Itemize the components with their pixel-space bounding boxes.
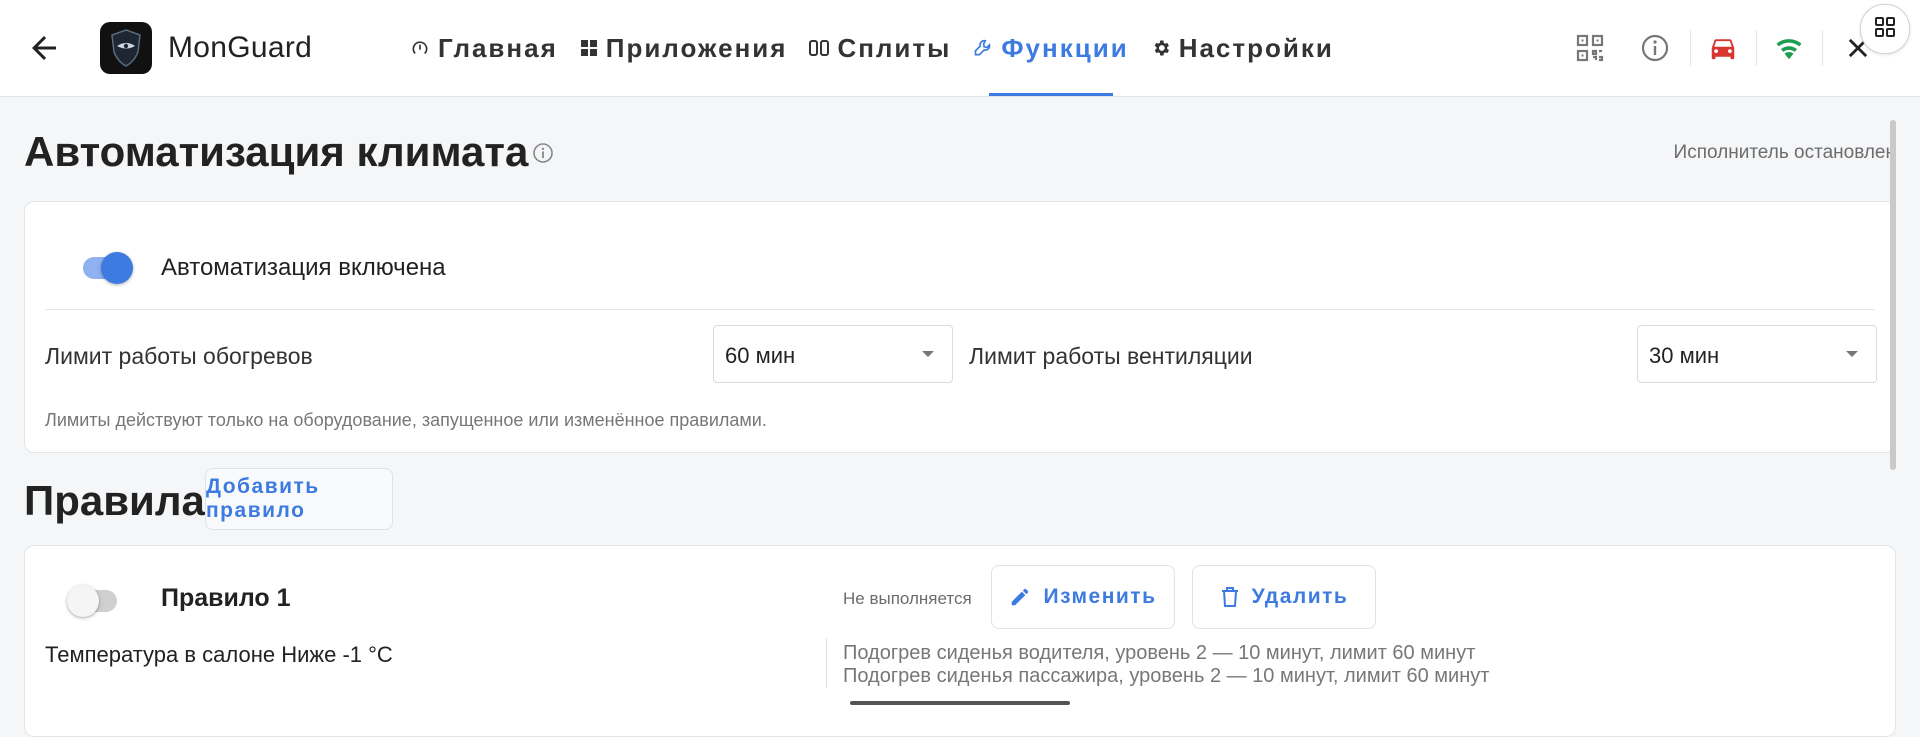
- tab-home-label: Главная: [438, 32, 558, 63]
- tab-settings-label: Настройки: [1178, 32, 1334, 63]
- toolbar-divider: [1756, 30, 1757, 66]
- app-logo: [100, 22, 152, 74]
- tab-apps-label: Приложения: [605, 32, 788, 63]
- back-arrow-icon[interactable]: [26, 30, 62, 66]
- rule-status: Не выполняется: [843, 589, 972, 608]
- toolbar-divider: [1690, 30, 1691, 66]
- main-nav: Главная Приложения Сплиты Функции Настро…: [410, 0, 1356, 96]
- rule-action: Подогрев сиденья водителя, уровень 2 — 1…: [843, 642, 1476, 664]
- tab-functions-label: Функции: [1001, 32, 1129, 63]
- automation-label: Автоматизация включена: [161, 254, 446, 281]
- pencil-icon: [1009, 586, 1031, 608]
- scrollbar[interactable]: [1890, 120, 1896, 470]
- toolbar-divider: [1822, 30, 1823, 66]
- qr-code-icon[interactable]: [1572, 30, 1608, 66]
- ventilation-limit-label: Лимит работы вентиляции: [969, 343, 1253, 369]
- heating-limit-label: Лимит работы обогревов: [45, 343, 313, 369]
- heating-limit-select[interactable]: 60 мин: [713, 325, 953, 383]
- delete-rule-label: Удалить: [1251, 585, 1349, 608]
- tab-functions[interactable]: Функции: [973, 0, 1128, 96]
- tab-settings[interactable]: Настройки: [1151, 0, 1334, 96]
- trash-icon: [1220, 586, 1240, 608]
- executor-status: Исполнитель остановлен: [1673, 142, 1896, 163]
- ventilation-limit-value: 30 мин: [1649, 343, 1720, 368]
- wrench-icon: [973, 38, 993, 58]
- gauge-icon: [410, 38, 430, 58]
- home-indicator[interactable]: [850, 701, 1070, 705]
- divider: [826, 638, 827, 688]
- rule-action: Подогрев сиденья пассажира, уровень 2 — …: [843, 665, 1490, 687]
- automation-toggle[interactable]: [83, 252, 133, 284]
- rule-card: Правило 1 Не выполняется Изменить Удалит…: [24, 545, 1896, 737]
- edit-rule-label: Изменить: [1043, 585, 1157, 608]
- top-bar: MonGuard Главная Приложения Сплиты Функц…: [0, 0, 1920, 97]
- heating-limit-value: 60 мин: [725, 343, 796, 368]
- app-name: MonGuard: [168, 31, 313, 64]
- delete-rule-button[interactable]: Удалить: [1192, 565, 1376, 629]
- rule-name: Правило 1: [161, 584, 291, 612]
- rules-title: Правила: [24, 477, 205, 524]
- split-icon: [809, 39, 830, 57]
- tab-home[interactable]: Главная: [410, 0, 558, 96]
- automation-card: Автоматизация включена Лимит работы обог…: [24, 201, 1896, 453]
- wifi-icon[interactable]: [1771, 30, 1807, 66]
- ventilation-limit-select[interactable]: 30 мин: [1637, 325, 1877, 383]
- grid-icon: [580, 39, 598, 57]
- tab-splits-label: Сплиты: [837, 32, 952, 63]
- apps-grid-button[interactable]: [1860, 4, 1910, 54]
- rule-condition: Температура в салоне Ниже -1 °C: [45, 642, 393, 667]
- car-icon[interactable]: [1705, 30, 1741, 66]
- tab-splits[interactable]: Сплиты: [809, 0, 951, 96]
- edit-rule-button[interactable]: Изменить: [991, 565, 1175, 629]
- tab-apps[interactable]: Приложения: [580, 0, 788, 96]
- gear-icon: [1151, 38, 1171, 58]
- apps-grid-icon: [1874, 16, 1896, 43]
- limits-hint: Лимиты действуют только на оборудование,…: [45, 410, 767, 430]
- rule-toggle[interactable]: [67, 585, 117, 617]
- add-rule-button[interactable]: Добавить правило: [205, 468, 393, 530]
- chevron-down-icon: [1846, 351, 1858, 357]
- info-icon[interactable]: [1637, 30, 1673, 66]
- info-icon[interactable]: [532, 142, 554, 164]
- page-title: Автоматизация климата: [24, 128, 529, 175]
- chevron-down-icon: [922, 351, 934, 357]
- divider: [45, 309, 1875, 310]
